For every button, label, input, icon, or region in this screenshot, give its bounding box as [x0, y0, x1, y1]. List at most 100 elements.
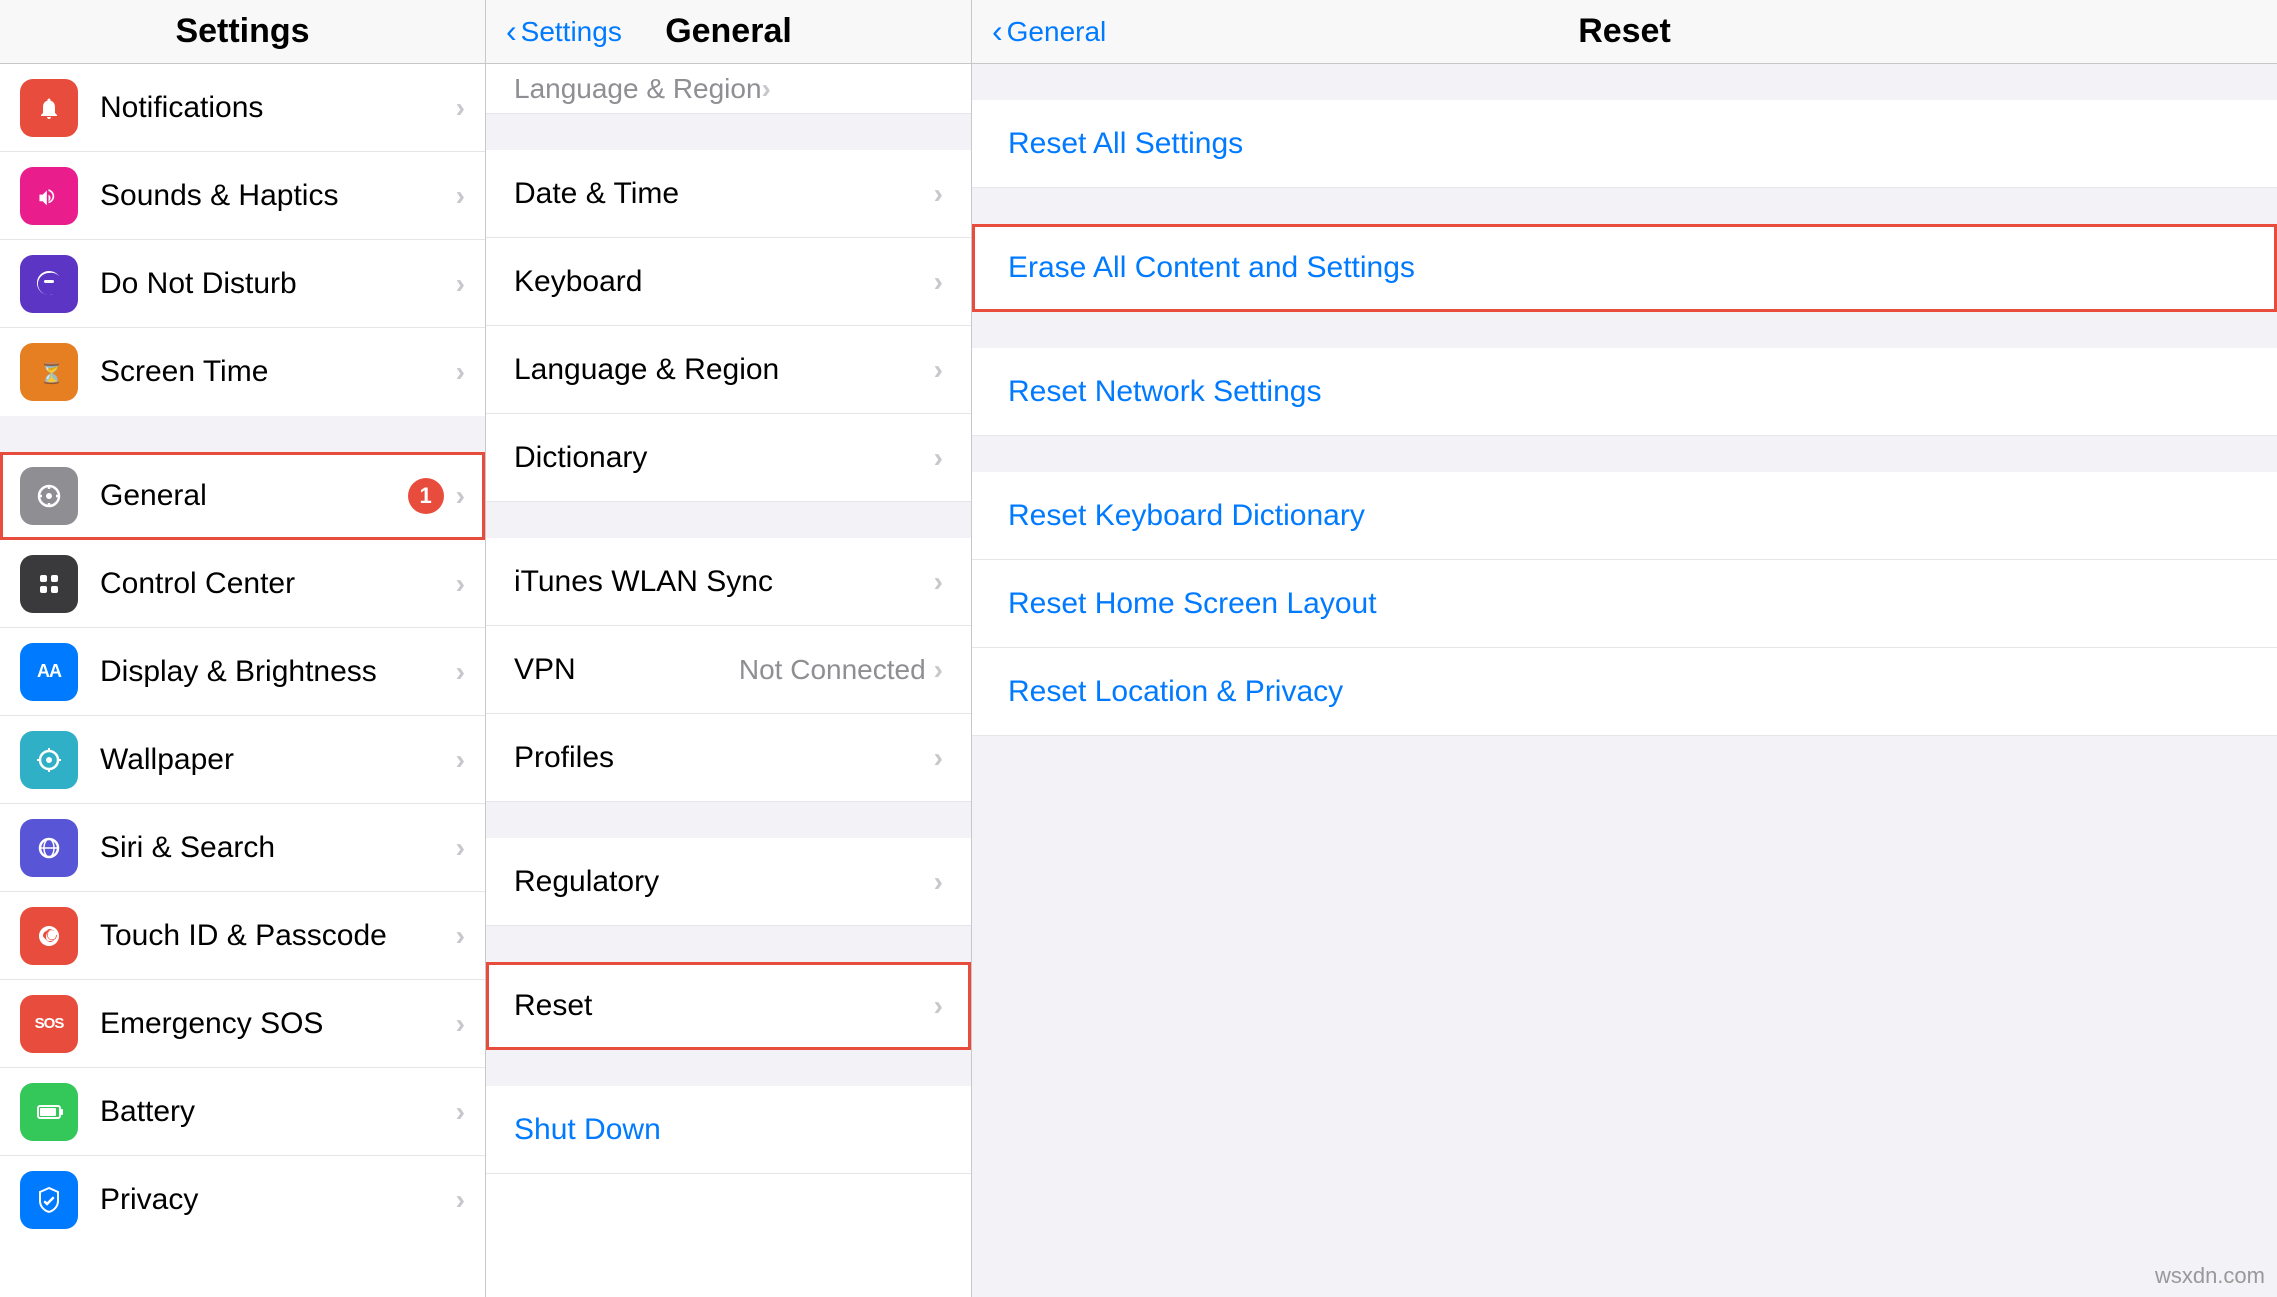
reset-label: Reset — [514, 989, 934, 1023]
general-item-reset[interactable]: Reset › — [486, 962, 971, 1050]
general-group-4: Reset › — [486, 962, 971, 1050]
display-label: Display & Brightness — [100, 655, 456, 689]
screentime-chevron: › — [456, 356, 465, 388]
sidebar-item-touchid[interactable]: Touch ID & Passcode › — [0, 892, 485, 980]
sidebar-item-dnd[interactable]: Do Not Disturb › — [0, 240, 485, 328]
general-column: ‹ Settings General Language & Region › D… — [486, 0, 972, 1297]
reset-back-button[interactable]: ‹ General — [992, 13, 1106, 50]
reset-header: ‹ General Reset — [972, 0, 2277, 64]
reset-keyboard-label: Reset Keyboard Dictionary — [1008, 499, 1365, 533]
general-item-dictionary[interactable]: Dictionary › — [486, 414, 971, 502]
privacy-label: Privacy — [100, 1183, 456, 1217]
reset-sep-1 — [972, 188, 2277, 224]
language-chevron: › — [934, 354, 943, 386]
sidebar-item-sounds[interactable]: Sounds & Haptics › — [0, 152, 485, 240]
notifications-icon — [20, 79, 78, 137]
battery-label: Battery — [100, 1095, 456, 1129]
controlcenter-label: Control Center — [100, 567, 456, 601]
regulatory-chevron: › — [934, 866, 943, 898]
emergencysos-icon: SOS — [20, 995, 78, 1053]
sidebar-item-screentime[interactable]: ⏳ Screen Time › — [0, 328, 485, 416]
siri-label: Siri & Search — [100, 831, 456, 865]
sidebar-item-display[interactable]: AA Display & Brightness › — [0, 628, 485, 716]
profiles-chevron: › — [934, 742, 943, 774]
sidebar-item-battery[interactable]: Battery › — [0, 1068, 485, 1156]
sidebar-item-general[interactable]: General 1 › — [0, 452, 485, 540]
sidebar-item-notifications[interactable]: Notifications › — [0, 64, 485, 152]
screentime-icon: ⏳ — [20, 343, 78, 401]
reset-title: Reset — [1578, 12, 1671, 51]
reset-network-label: Reset Network Settings — [1008, 375, 1321, 409]
reset-location-label: Reset Location & Privacy — [1008, 675, 1343, 709]
partial-label: Language & Region — [514, 73, 762, 105]
vpn-value: Not Connected — [739, 654, 926, 686]
settings-list: Notifications › Sounds & Haptics › Do No… — [0, 64, 485, 1297]
datetime-label: Date & Time — [514, 177, 934, 211]
settings-group-1: Notifications › Sounds & Haptics › Do No… — [0, 64, 485, 416]
general-back-button[interactable]: ‹ Settings — [506, 13, 622, 50]
controlcenter-icon — [20, 555, 78, 613]
general-item-datetime[interactable]: Date & Time › — [486, 150, 971, 238]
erase-all-label: Erase All Content and Settings — [1008, 251, 1415, 285]
battery-icon — [20, 1083, 78, 1141]
display-chevron: › — [456, 656, 465, 688]
shutdown-label: Shut Down — [514, 1113, 943, 1147]
reset-item-homescreen[interactable]: Reset Home Screen Layout — [972, 560, 2277, 648]
sidebar-item-emergencysos[interactable]: SOS Emergency SOS › — [0, 980, 485, 1068]
back-chevron-icon: ‹ — [506, 13, 517, 50]
partial-chevron: › — [762, 73, 771, 105]
general-item-itunes[interactable]: iTunes WLAN Sync › — [486, 538, 971, 626]
general-sep-3 — [486, 926, 971, 962]
reset-sep-top — [972, 64, 2277, 100]
general-header: ‹ Settings General — [486, 0, 971, 64]
general-title: General — [665, 12, 792, 51]
general-sep-4 — [486, 1050, 971, 1086]
sounds-icon — [20, 167, 78, 225]
reset-homescreen-label: Reset Home Screen Layout — [1008, 587, 1377, 621]
touchid-chevron: › — [456, 920, 465, 952]
dnd-chevron: › — [456, 268, 465, 300]
settings-header: Settings — [0, 0, 485, 64]
notifications-label: Notifications — [100, 91, 456, 125]
itunes-chevron: › — [934, 566, 943, 598]
general-group-1: Date & Time › Keyboard › Language & Regi… — [486, 150, 971, 502]
datetime-chevron: › — [934, 178, 943, 210]
regulatory-label: Regulatory — [514, 865, 934, 899]
sidebar-item-wallpaper[interactable]: Wallpaper › — [0, 716, 485, 804]
reset-item-location[interactable]: Reset Location & Privacy — [972, 648, 2277, 736]
reset-item-keyboard[interactable]: Reset Keyboard Dictionary — [972, 472, 2277, 560]
dnd-icon — [20, 255, 78, 313]
general-icon — [20, 467, 78, 525]
sidebar-item-privacy[interactable]: Privacy › — [0, 1156, 485, 1244]
wallpaper-icon — [20, 731, 78, 789]
general-item-profiles[interactable]: Profiles › — [486, 714, 971, 802]
general-back-label: Settings — [521, 16, 622, 48]
dictionary-label: Dictionary — [514, 441, 934, 475]
general-sep-1 — [486, 502, 971, 538]
watermark: wsxdn.com — [2155, 1263, 2265, 1289]
general-sep-2 — [486, 802, 971, 838]
reset-item-all-settings[interactable]: Reset All Settings — [972, 100, 2277, 188]
siri-icon — [20, 819, 78, 877]
sidebar-item-siri[interactable]: Siri & Search › — [0, 804, 485, 892]
general-item-shutdown[interactable]: Shut Down — [486, 1086, 971, 1174]
reset-all-settings-label: Reset All Settings — [1008, 127, 1243, 161]
keyboard-chevron: › — [934, 266, 943, 298]
svg-text:⏳: ⏳ — [39, 361, 64, 385]
general-partial-item: Language & Region › — [486, 64, 971, 114]
general-group-2: iTunes WLAN Sync › VPN Not Connected › P… — [486, 538, 971, 802]
screentime-label: Screen Time — [100, 355, 456, 389]
general-item-language[interactable]: Language & Region › — [486, 326, 971, 414]
general-item-vpn[interactable]: VPN Not Connected › — [486, 626, 971, 714]
touchid-label: Touch ID & Passcode — [100, 919, 456, 953]
emergencysos-label: Emergency SOS — [100, 1007, 456, 1041]
general-item-keyboard[interactable]: Keyboard › — [486, 238, 971, 326]
general-sep-0 — [486, 114, 971, 150]
itunes-label: iTunes WLAN Sync — [514, 565, 934, 599]
reset-item-erase-all[interactable]: Erase All Content and Settings — [972, 224, 2277, 312]
keyboard-label: Keyboard — [514, 265, 934, 299]
notifications-chevron: › — [456, 92, 465, 124]
sidebar-item-controlcenter[interactable]: Control Center › — [0, 540, 485, 628]
reset-item-network[interactable]: Reset Network Settings — [972, 348, 2277, 436]
general-item-regulatory[interactable]: Regulatory › — [486, 838, 971, 926]
